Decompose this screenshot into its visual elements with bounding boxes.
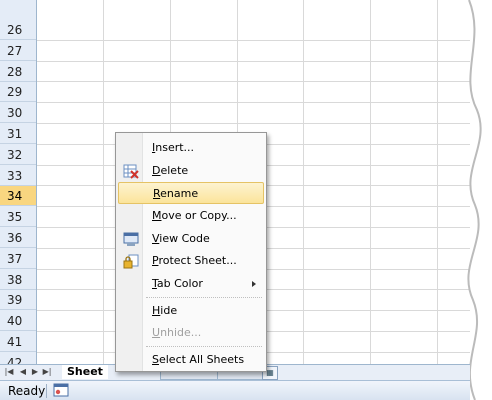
- menu-item-label: Insert...: [152, 141, 195, 154]
- row-header-31[interactable]: 31: [0, 124, 36, 144]
- row-header-34[interactable]: 34: [0, 186, 36, 207]
- first-sheet-icon[interactable]: |◀: [4, 366, 14, 378]
- menu-item-label: Protect Sheet...: [152, 254, 237, 267]
- excel-window: 26 27 28 29 30 31 32 33 34 35 36 37 38 39 40 41 42 |◀ ◀ …: [0, 0, 492, 400]
- macro-record-icon[interactable]: [53, 383, 69, 397]
- gridline: [437, 0, 438, 364]
- row-header-28[interactable]: 28: [0, 62, 36, 82]
- prev-sheet-icon[interactable]: ◀: [18, 366, 28, 378]
- status-ready: Ready: [8, 384, 46, 398]
- menu-item-delete[interactable]: Delete: [118, 160, 264, 182]
- gridline: [37, 60, 470, 62]
- menu-item-label: View Code: [152, 232, 210, 245]
- menu-item-insert[interactable]: Insert...: [118, 137, 264, 159]
- delete-sheet-icon: [123, 163, 139, 179]
- row-header-26[interactable]: 26: [0, 20, 36, 40]
- menu-item-hide[interactable]: Hide: [118, 300, 264, 322]
- row-header-36[interactable]: 36: [0, 228, 36, 248]
- row-header-35[interactable]: 35: [0, 207, 36, 228]
- row-headers: 26 27 28 29 30 31 32 33 34 35 36 37 38 39 40 41 42: [0, 0, 37, 373]
- gridline: [37, 81, 470, 83]
- menu-item-label: Select All Sheets: [152, 353, 245, 366]
- menu-item-label: Unhide...: [152, 326, 202, 339]
- menu-item-label: Delete: [152, 164, 189, 177]
- row-header-27[interactable]: 27: [0, 41, 36, 61]
- row-header-40[interactable]: 40: [0, 311, 36, 332]
- next-sheet-icon[interactable]: ▶: [30, 366, 40, 378]
- menu-item-tab-color[interactable]: Tab Color: [118, 273, 264, 295]
- status-separator: [46, 384, 47, 398]
- submenu-arrow-icon: [252, 281, 256, 287]
- menu-item-label: Tab Color: [152, 277, 203, 290]
- status-bar: Ready: [0, 380, 470, 400]
- gridline: [303, 0, 304, 364]
- sheet-context-menu: Insert... Delete Rename Move or Copy... View…: [115, 132, 267, 372]
- sheet-tab-active[interactable]: Sheet: [62, 365, 108, 379]
- row-header-30[interactable]: 30: [0, 103, 36, 124]
- menu-item-rename[interactable]: Rename: [118, 182, 264, 204]
- last-sheet-icon[interactable]: ▶|: [42, 366, 52, 378]
- menu-item-unhide: Unhide...: [118, 322, 264, 344]
- menu-separator: [146, 346, 262, 348]
- row-header-33[interactable]: 33: [0, 166, 36, 186]
- protect-sheet-icon: [123, 253, 139, 269]
- menu-item-move-copy[interactable]: Move or Copy...: [118, 205, 264, 227]
- menu-item-protect-sheet[interactable]: Protect Sheet...: [118, 250, 264, 272]
- menu-separator: [146, 297, 262, 299]
- menu-item-label: Hide: [152, 304, 178, 317]
- menu-item-label: Rename: [153, 187, 199, 200]
- menu-item-label: Move or Copy...: [152, 209, 237, 222]
- menu-item-select-all[interactable]: Select All Sheets: [118, 349, 264, 371]
- torn-edge: [467, 0, 492, 400]
- row-header-39[interactable]: 39: [0, 290, 36, 311]
- gridline: [37, 102, 470, 104]
- row-header-29[interactable]: 29: [0, 82, 36, 103]
- row-header-41[interactable]: 41: [0, 332, 36, 352]
- menu-item-view-code[interactable]: View Code: [118, 228, 264, 250]
- gridline: [37, 123, 470, 124]
- gridline: [103, 0, 104, 364]
- row-header-37[interactable]: 37: [0, 249, 36, 269]
- row-header-38[interactable]: 38: [0, 270, 36, 290]
- gridline: [370, 0, 371, 364]
- row-header-32[interactable]: 32: [0, 145, 36, 165]
- gridline: [37, 39, 470, 41]
- view-code-icon: [123, 231, 139, 247]
